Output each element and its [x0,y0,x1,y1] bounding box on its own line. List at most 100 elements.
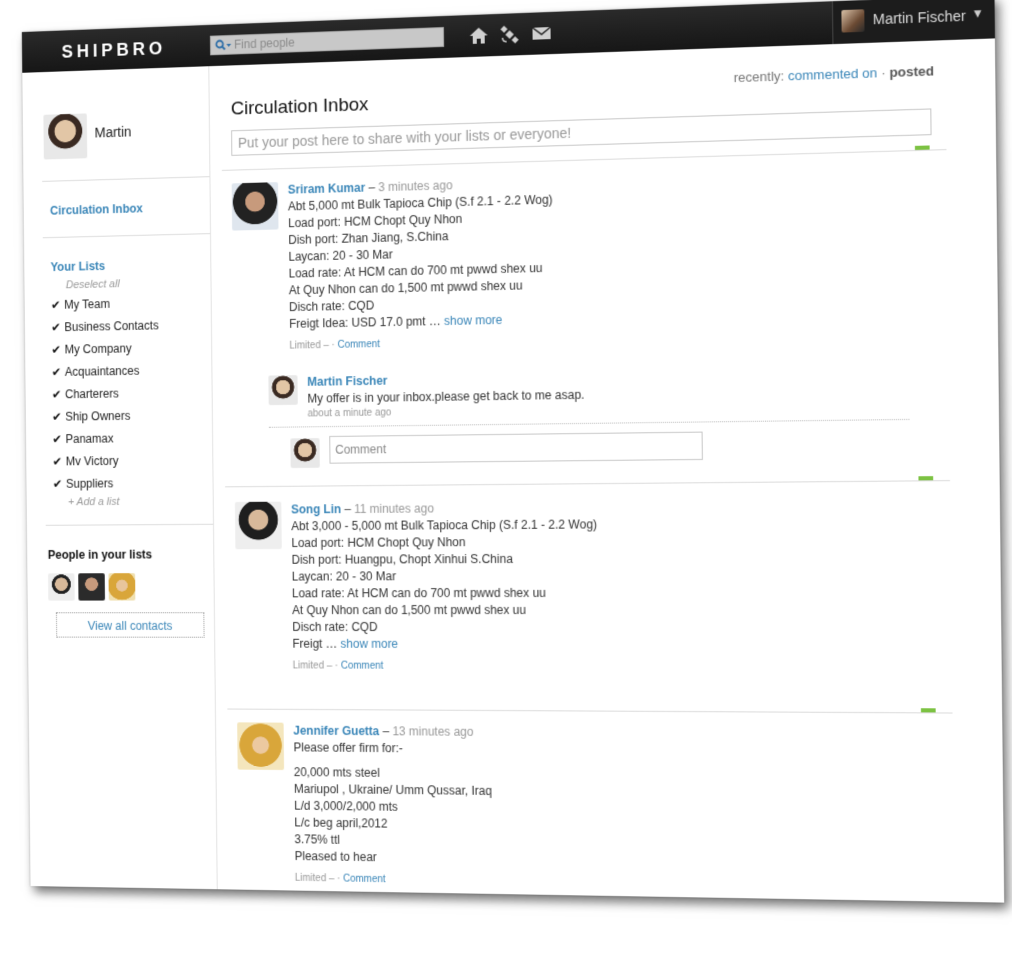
page-title: Circulation Inbox [230,94,369,120]
view-all-contacts-button[interactable]: View all contacts [55,612,205,638]
check-icon: ✔ [51,365,62,379]
comment-link[interactable]: Comment [343,874,386,886]
profile-name[interactable]: Martin [94,124,131,141]
comment-link[interactable]: Comment [341,661,384,672]
list-label: My Team [64,297,111,312]
unread-marker [914,145,930,150]
reply: Martin Fischer My offer is in your inbox… [268,366,913,419]
post-card: Jennifer Guetta – 13 minutes ago Please … [237,722,942,885]
dash: – [344,502,351,517]
people-search[interactable] [209,26,445,56]
post-meta: Limited – · Comment [293,661,940,674]
list-item-panamax[interactable]: ✔ Panamax [52,432,113,446]
user-menu[interactable]: Martin Fischer ▼ [831,0,995,45]
post-line: Disch rate: CQD [292,620,378,634]
contact-avatar[interactable] [108,573,136,601]
post-author[interactable]: Song Lin [291,502,341,516]
list-item-my-team[interactable]: ✔ My Team [51,297,110,312]
comment-link[interactable]: Comment [337,339,380,351]
satellite-icon[interactable] [500,25,520,44]
list-item-my-company[interactable]: ✔ My Company [51,342,131,357]
list-label: Suppliers [65,476,114,491]
post-body: Song Lin – 11 minutes ago Abt 3,000 - 5,… [291,497,939,674]
check-icon: ✔ [51,342,61,357]
post-author-avatar[interactable] [231,182,279,231]
list-label: Acquaintances [64,363,140,379]
mail-icon[interactable] [531,24,551,43]
list-label: Mv Victory [65,454,119,469]
post-meta: Limited – · Comment [289,329,936,351]
post-content: Abt 3,000 - 5,000 mt Bulk Tapioca Chip (… [291,514,939,654]
list-label: My Company [64,341,132,357]
sidebar: Martin Circulation Inbox Your Lists Dese… [22,66,218,890]
unread-marker [918,476,934,481]
post-line: At Quy Nhon can do 1,500 mt pwwd shex uu [292,602,527,618]
list-label: Business Contacts [64,318,159,335]
filter-separator: · [880,64,886,81]
post-author[interactable]: Sriram Kumar [288,181,366,197]
search-input[interactable] [233,28,440,54]
divider [42,176,210,182]
contact-avatar[interactable] [48,573,75,601]
check-icon: ✔ [51,387,62,402]
check-icon: ✔ [52,454,63,469]
home-icon[interactable] [469,26,489,45]
unread-marker [920,708,936,713]
visibility-label: Limited – · [294,872,341,885]
dotted-divider [268,418,910,428]
visibility-label: Limited – · [292,660,339,672]
chevron-down-icon[interactable]: ▼ [971,6,984,21]
comment-avatar [290,438,320,469]
user-name: Martin Fischer [872,7,966,28]
check-icon: ✔ [52,477,63,491]
list-label: Ship Owners [65,409,131,424]
logo[interactable]: SHIPBRO [61,38,166,62]
main-content: recently: commented on · posted Circulat… [209,38,1004,902]
check-icon: ✔ [50,298,61,312]
post-time: 13 minutes ago [392,724,474,739]
post-content: Please offer firm for:- 20,000 mts steel… [293,739,941,874]
list-item-business-contacts[interactable]: ✔ Business Contacts [51,319,159,335]
dash: – [382,724,390,739]
user-avatar [841,9,865,33]
post-body: Sriram Kumar – 3 minutes ago Abt 5,000 m… [288,164,936,351]
post-line: Load rate: At HCM can do 700 mt pwwd she… [291,585,546,601]
list-item-ship-owners[interactable]: ✔ Ship Owners [52,409,130,424]
divider [42,233,211,239]
post-meta: Limited – · Comment [295,873,942,895]
post-author-avatar[interactable] [234,501,282,550]
comment-input[interactable] [329,431,703,464]
post-line: Freigt Idea: USD 17.0 pmt … [289,314,441,331]
list-item-charterers[interactable]: ✔ Charterers [52,387,119,402]
post-body: Jennifer Guetta – 13 minutes ago Please … [293,723,942,895]
sidebar-item-circulation-inbox[interactable]: Circulation Inbox [50,202,143,218]
recently-label: recently: [733,68,785,86]
post-time: 11 minutes ago [354,501,435,516]
your-lists-heading[interactable]: Your Lists [51,259,106,274]
visibility-label: Limited – · [289,339,335,352]
list-label: Panamax [65,431,114,446]
post-author-avatar[interactable] [237,722,285,771]
post-divider [227,708,953,714]
add-list-link[interactable]: + Add a list [68,496,120,508]
deselect-all-link[interactable]: Deselect all [66,278,120,291]
post-author[interactable]: Jennifer Guetta [293,724,379,738]
filter-posted[interactable]: posted [889,63,934,80]
browser-window: SHIPBRO Martin Fischer ▼ [21,0,1005,903]
contact-avatar[interactable] [78,573,105,601]
recently-filter: recently: commented on · posted [734,63,935,85]
list-item-acquaintances[interactable]: ✔ Acquaintances [52,364,140,379]
post-content: Abt 5,000 mt Bulk Tapioca Chip (S.f 2.1 … [288,181,936,333]
filter-commented-on[interactable]: commented on [788,65,877,83]
reply-body: Martin Fischer My offer is in your inbox… [307,366,903,420]
post-time: 3 minutes ago [378,178,453,195]
show-more-link[interactable]: show more [444,313,502,328]
list-item-mv-victory[interactable]: ✔ Mv Victory [52,454,118,468]
reply-avatar[interactable] [268,375,298,406]
post-divider [225,480,951,488]
list-item-suppliers[interactable]: ✔ Suppliers [53,477,114,491]
divider [45,523,214,526]
profile-avatar[interactable] [43,113,88,160]
search-icon [215,39,232,53]
show-more-link[interactable]: show more [340,637,398,651]
